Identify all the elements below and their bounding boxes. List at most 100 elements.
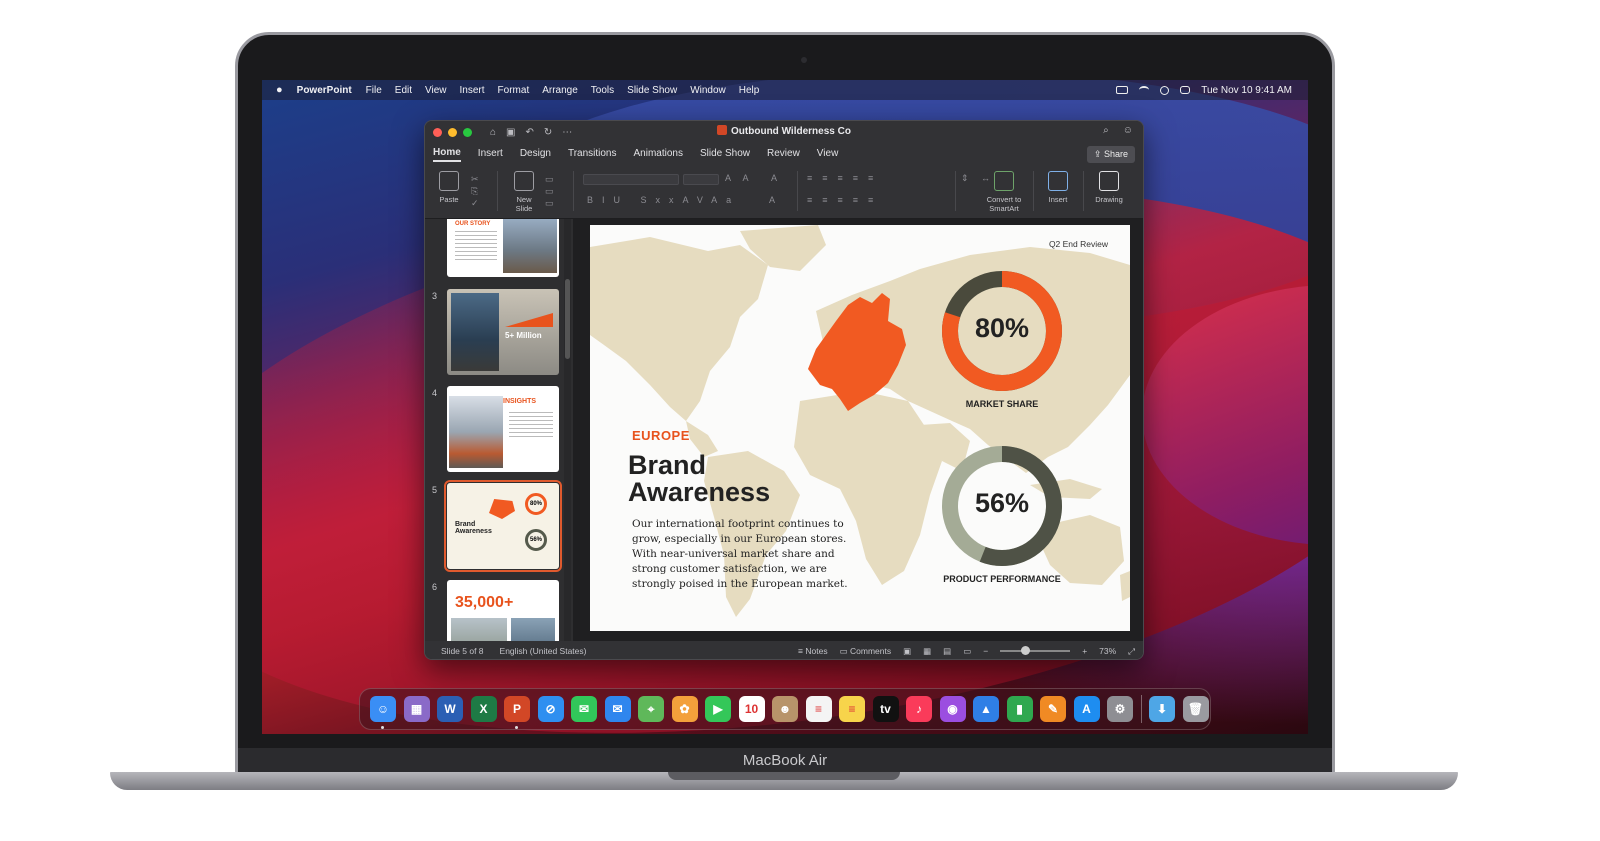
finder-icon[interactable]: ☺ [370, 696, 396, 729]
photos-icon[interactable]: ✿ [671, 696, 698, 722]
music-icon[interactable]: ♪ [906, 696, 932, 722]
thumbnail-image: INSIGHTS [447, 386, 559, 472]
editor-area: OUR STORY 3 5+ Million 4 INSIGHTS 5 Bran… [425, 219, 1143, 641]
font-family-select[interactable] [583, 174, 679, 185]
font-size-tools[interactable]: A A [725, 173, 754, 183]
zoom-slider-knob[interactable] [1021, 646, 1031, 655]
control-center-icon[interactable] [1180, 86, 1191, 94]
tab-insert[interactable]: Insert [478, 148, 503, 161]
slideshow-view-icon[interactable]: ▭ [963, 646, 971, 657]
podcasts-icon[interactable]: ◉ [939, 696, 966, 722]
new-slide-button[interactable]: New Slide [509, 171, 539, 213]
list-tools[interactable]: ≡≡≡≡≡ [807, 173, 883, 183]
menu-app-name[interactable]: PowerPoint [297, 85, 352, 96]
menu-clock[interactable]: Tue Nov 10 9:41 AM [1201, 85, 1292, 96]
thumb-photo [511, 618, 555, 641]
launchpad-icon[interactable]: ▦ [403, 696, 430, 722]
zoom-level[interactable]: 73% [1099, 646, 1116, 656]
slide-canvas[interactable]: Q2 End Review EUROPE Brand Awareness Our… [590, 225, 1130, 631]
thumb-number: 4 [432, 388, 438, 398]
excel-icon[interactable]: X [470, 696, 497, 722]
thumb-map-highlight [489, 499, 515, 519]
clipboard-tools[interactable]: ✂ ⎘ ✓ [471, 173, 479, 209]
tab-review[interactable]: Review [767, 148, 800, 161]
comments-button[interactable]: ▭ Comments [840, 646, 892, 657]
mail-icon[interactable]: ✉ [604, 696, 631, 722]
normal-view-icon[interactable]: ▣ [903, 646, 911, 657]
menu-view[interactable]: View [425, 85, 447, 96]
convert-to-smartart-button[interactable]: Convert to SmartArt [981, 171, 1027, 213]
tab-design[interactable]: Design [520, 148, 551, 161]
tab-animations[interactable]: Animations [634, 148, 683, 161]
new-slide-label-l2: Slide [515, 204, 533, 213]
tab-view[interactable]: View [817, 148, 839, 161]
thumb-number: 6 [432, 582, 438, 592]
menu-format[interactable]: Format [498, 85, 530, 96]
word-icon[interactable]: W [437, 696, 463, 722]
feedback-smiley-icon[interactable]: ☺ [1123, 125, 1133, 136]
downloads-folder-icon[interactable]: ⬇ [1149, 696, 1175, 722]
numbers-icon[interactable]: ▮ [1006, 696, 1033, 722]
menu-arrange[interactable]: Arrange [542, 85, 578, 96]
powerpoint-icon[interactable]: P [504, 696, 530, 729]
insert-shapes-button[interactable]: Insert [1041, 171, 1075, 204]
menu-slide-show[interactable]: Slide Show [627, 85, 677, 96]
slide-sorter-icon[interactable]: ▦ [923, 646, 931, 657]
menu-help[interactable]: Help [739, 85, 760, 96]
menu-insert[interactable]: Insert [460, 85, 485, 96]
wifi-icon[interactable] [1139, 86, 1150, 94]
document-title: Outbound Wilderness Co [731, 126, 851, 137]
font-style-tools[interactable]: BIU SxxAVAa [587, 195, 740, 205]
thumb-text-lines [509, 412, 553, 438]
tab-home[interactable]: Home [433, 147, 461, 162]
pages-icon[interactable]: ✎ [1040, 696, 1066, 722]
menu-edit[interactable]: Edit [395, 85, 412, 96]
tab-transitions[interactable]: Transitions [568, 148, 617, 161]
safari-icon[interactable]: ⊘ [537, 696, 564, 722]
zoom-slider[interactable] [1000, 646, 1071, 655]
font-size-select[interactable] [683, 174, 719, 185]
drawing-icon [1099, 171, 1119, 191]
ribbon-divider [1033, 171, 1034, 211]
share-button[interactable]: ⇪ Share [1086, 146, 1135, 163]
paste-button[interactable]: Paste [435, 171, 463, 204]
reading-view-icon[interactable]: ▤ [943, 646, 951, 657]
keynote-icon[interactable]: ▲ [973, 696, 999, 722]
notes-icon[interactable]: ≡ [839, 696, 865, 722]
system-preferences-icon[interactable]: ⚙ [1107, 696, 1133, 722]
paste-label: Paste [439, 195, 459, 204]
scrollbar-thumb[interactable] [565, 279, 570, 359]
drawing-button[interactable]: Drawing [1089, 171, 1129, 204]
contacts-icon[interactable]: ☻ [772, 696, 798, 722]
battery-icon[interactable] [1116, 86, 1129, 94]
fit-to-window-icon[interactable]: ⤢ [1128, 646, 1135, 657]
thumbnail-scrollbar[interactable] [564, 219, 571, 641]
notes-button[interactable]: ≡ Notes [798, 646, 828, 656]
font-color-tool[interactable]: A [769, 195, 780, 205]
zoom-in-icon[interactable]: + [1082, 646, 1087, 656]
thumbnail-image: OUR STORY [447, 219, 559, 277]
zoom-out-icon[interactable]: − [983, 646, 988, 656]
slide-layout-tools[interactable]: ▭ ▭ ▭ [545, 173, 554, 209]
thumb-stat: 35,000+ [455, 594, 514, 611]
app-store-icon[interactable]: A [1073, 696, 1100, 722]
alignment-tools[interactable]: ≡≡≡≡≡ [807, 195, 883, 205]
spotlight-search-icon[interactable] [1160, 85, 1170, 95]
facetime-icon[interactable]: ▶ [705, 696, 731, 722]
calendar-icon[interactable]: 10 [738, 696, 765, 722]
search-icon[interactable]: ⌕ [1103, 125, 1109, 136]
messages-icon[interactable]: ✉ [571, 696, 597, 722]
clear-format-icon[interactable]: A [771, 173, 782, 183]
market-share-value: 80% [974, 313, 1030, 343]
tv-icon[interactable]: tv [872, 696, 899, 722]
language-indicator[interactable]: English (United States) [500, 646, 587, 656]
trash-icon[interactable]: 🗑 [1182, 696, 1209, 722]
maps-icon[interactable]: ⌖ [638, 696, 664, 722]
tab-slide-show[interactable]: Slide Show [700, 148, 750, 161]
apple-menu-icon[interactable]: ● [276, 84, 283, 96]
menu-window[interactable]: Window [690, 85, 726, 96]
menu-file[interactable]: File [366, 85, 382, 96]
menu-tools[interactable]: Tools [591, 85, 614, 96]
reminders-icon[interactable]: ≡ [805, 696, 832, 722]
laptop-opening-notch [668, 772, 900, 780]
